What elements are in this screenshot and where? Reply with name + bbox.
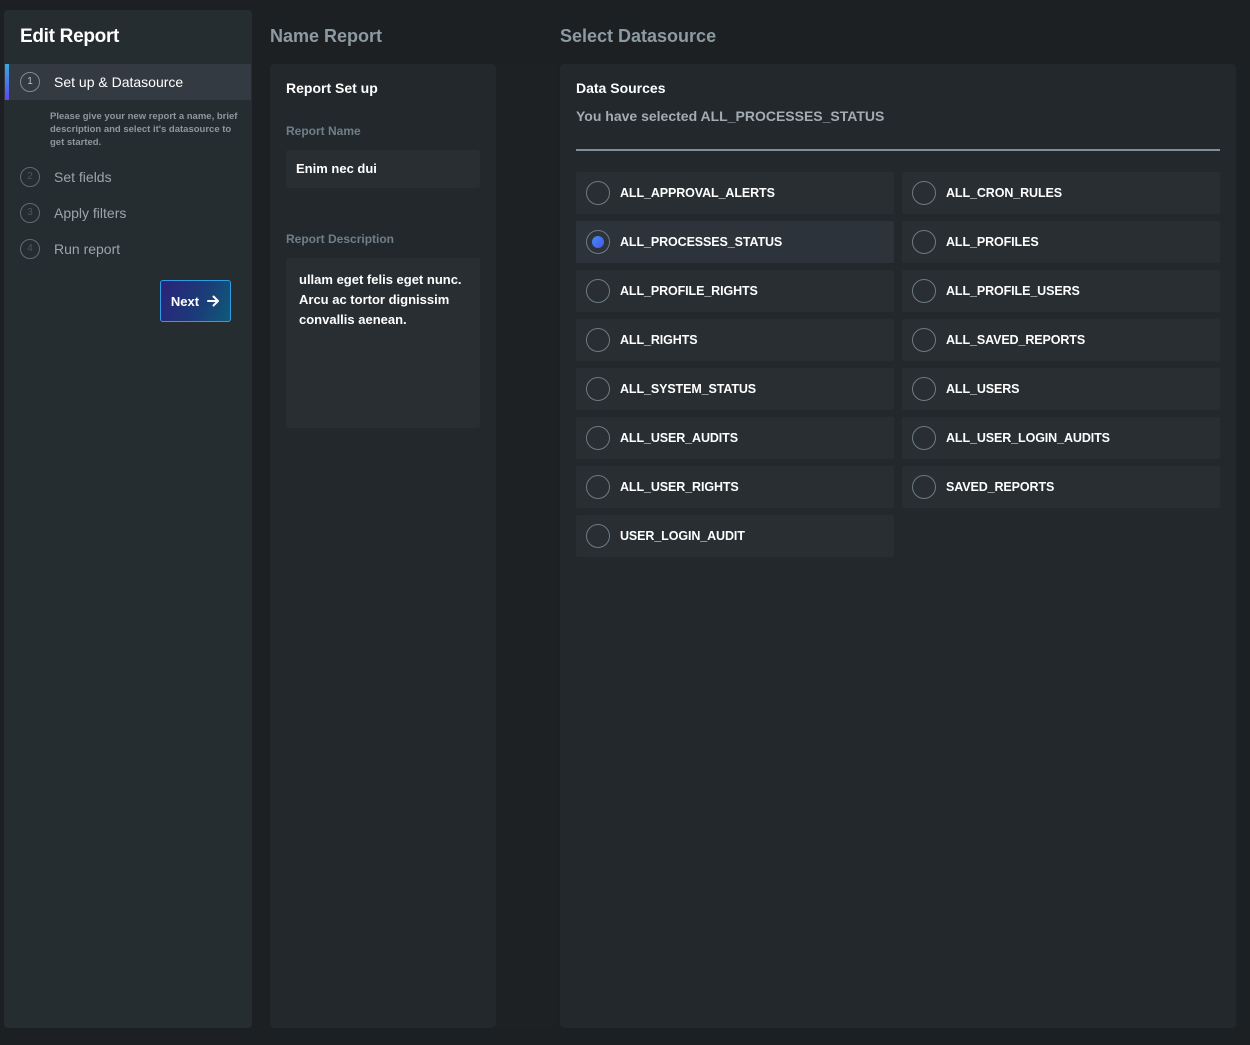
datasource-label: USER_LOGIN_AUDIT [620, 529, 745, 543]
next-button[interactable]: Next [160, 280, 231, 322]
datasource-label: ALL_SYSTEM_STATUS [620, 382, 757, 396]
datasource-label: ALL_PROCESSES_STATUS [620, 235, 783, 249]
datasource-option[interactable]: ALL_SYSTEM_STATUS [576, 368, 894, 410]
divider [576, 149, 1220, 151]
report-setup-title: Report Set up [286, 80, 378, 96]
datasource-option[interactable]: ALL_APPROVAL_ALERTS [576, 172, 894, 214]
name-report-heading: Name Report [270, 26, 383, 46]
datasource-option[interactable]: SAVED_REPORTS [902, 466, 1220, 508]
datasource-option[interactable]: ALL_PROFILES [902, 221, 1220, 263]
radio-icon[interactable] [586, 279, 610, 303]
datasource-label: ALL_PROFILES [946, 235, 1039, 249]
radio-icon[interactable] [912, 377, 936, 401]
radio-icon[interactable] [586, 181, 610, 205]
datasource-option[interactable]: ALL_USER_LOGIN_AUDITS [902, 417, 1220, 459]
radio-icon[interactable] [912, 279, 936, 303]
step-apply-filters[interactable]: 3 Apply filters [4, 195, 251, 231]
radio-icon[interactable] [912, 426, 936, 450]
sidebar-title: Edit Report [20, 26, 120, 47]
radio-icon[interactable] [586, 230, 610, 254]
step-number-icon: 1 [20, 72, 40, 92]
datasource-label: ALL_USERS [946, 382, 1020, 396]
select-datasource-heading: Select Datasource [560, 26, 717, 46]
radio-icon[interactable] [912, 475, 936, 499]
report-description-textarea[interactable]: ullam eget felis eget nunc. Arcu ac tort… [286, 258, 480, 428]
report-name-label: Report Name [286, 124, 361, 138]
datasource-option[interactable]: ALL_USER_AUDITS [576, 417, 894, 459]
step-label: Set up & Datasource [54, 74, 184, 90]
step-number-icon: 4 [20, 239, 40, 259]
report-setup-panel: Report Set up Report Name Enim nec dui R… [270, 64, 496, 1028]
step-setup-datasource[interactable]: 1 Set up & Datasource [4, 64, 251, 100]
step-help-text: Please give your new report a name, brie… [50, 111, 238, 148]
datasource-option[interactable]: ALL_RIGHTS [576, 319, 894, 361]
datasource-label: ALL_USER_LOGIN_AUDITS [946, 431, 1110, 445]
datasource-list: ALL_APPROVAL_ALERTS ALL_CRON_RULES ALL_P… [576, 172, 1220, 557]
next-button-label: Next [170, 293, 200, 309]
sidebar: Edit Report 1 Set up & Datasource Please… [4, 10, 252, 1028]
step-set-fields[interactable]: 2 Set fields [4, 159, 251, 195]
step-number-icon: 2 [20, 167, 40, 187]
report-description-label: Report Description [286, 232, 395, 246]
datasource-label: SAVED_REPORTS [946, 480, 1055, 494]
datasource-option[interactable]: USER_LOGIN_AUDIT [576, 515, 894, 557]
datasource-label: ALL_SAVED_REPORTS [946, 333, 1086, 347]
datasource-label: ALL_PROFILE_USERS [946, 284, 1080, 298]
datasource-option[interactable]: ALL_CRON_RULES [902, 172, 1220, 214]
radio-icon[interactable] [912, 328, 936, 352]
step-number-icon: 3 [20, 203, 40, 223]
step-label: Apply filters [54, 205, 127, 221]
data-sources-title: Data Sources [576, 80, 666, 96]
datasource-option[interactable]: ALL_PROFILE_USERS [902, 270, 1220, 312]
arrow-right-icon [207, 295, 220, 307]
datasource-label: ALL_RIGHTS [620, 333, 698, 347]
selected-datasource-text: You have selected ALL_PROCESSES_STATUS [576, 108, 885, 124]
radio-icon[interactable] [586, 377, 610, 401]
step-run-report[interactable]: 4 Run report [4, 231, 251, 267]
step-label: Run report [54, 241, 121, 257]
radio-icon[interactable] [912, 181, 936, 205]
panel-gap [496, 64, 556, 1028]
radio-icon[interactable] [586, 426, 610, 450]
datasource-label: ALL_APPROVAL_ALERTS [620, 186, 775, 200]
datasource-label: ALL_PROFILE_RIGHTS [620, 284, 758, 298]
datasource-option[interactable]: ALL_SAVED_REPORTS [902, 319, 1220, 361]
step-label: Set fields [54, 169, 112, 185]
report-name-input[interactable]: Enim nec dui [286, 150, 480, 188]
radio-icon[interactable] [586, 524, 610, 548]
edit-report-page: Edit Report 1 Set up & Datasource Please… [0, 0, 1250, 1045]
datasource-label: ALL_USER_RIGHTS [620, 480, 739, 494]
datasource-label: ALL_CRON_RULES [946, 186, 1062, 200]
radio-selected-dot [592, 236, 604, 248]
radio-icon[interactable] [912, 230, 936, 254]
datasource-option[interactable]: ALL_PROFILE_RIGHTS [576, 270, 894, 312]
radio-icon[interactable] [586, 328, 610, 352]
data-sources-panel: Data Sources You have selected ALL_PROCE… [560, 64, 1236, 1028]
datasource-option[interactable]: ALL_USER_RIGHTS [576, 466, 894, 508]
datasource-label: ALL_USER_AUDITS [620, 431, 738, 445]
datasource-option[interactable]: ALL_USERS [902, 368, 1220, 410]
radio-icon[interactable] [586, 475, 610, 499]
datasource-option-selected[interactable]: ALL_PROCESSES_STATUS [576, 221, 894, 263]
